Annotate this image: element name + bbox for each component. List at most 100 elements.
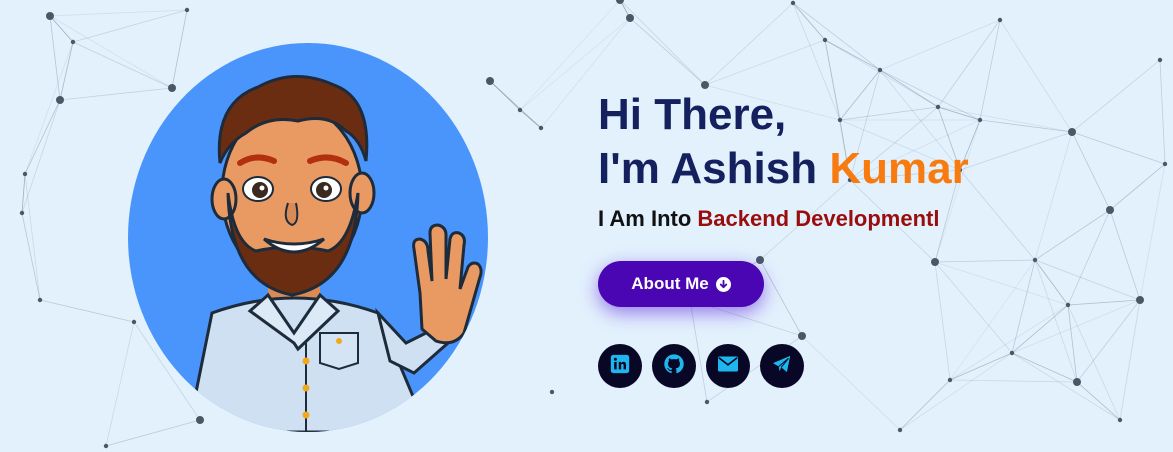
network-node bbox=[822, 37, 828, 43]
network-line bbox=[899, 352, 1013, 431]
network-line bbox=[1109, 163, 1166, 211]
network-node bbox=[1117, 417, 1123, 423]
network-line bbox=[1071, 131, 1111, 211]
bitmoji-avatar-image bbox=[186, 75, 483, 432]
tagline-prefix: I Am Into bbox=[598, 206, 698, 231]
network-line bbox=[21, 99, 61, 214]
linkedin-link[interactable] bbox=[598, 344, 642, 388]
mail-link[interactable] bbox=[706, 344, 750, 388]
network-line bbox=[979, 119, 1073, 133]
network-node bbox=[1106, 206, 1114, 214]
network-node bbox=[1032, 257, 1038, 263]
network-node bbox=[1162, 161, 1168, 167]
tagline-accent: Backend Developmentl bbox=[697, 206, 940, 231]
greeting-name-accent: Kumar bbox=[829, 144, 969, 193]
network-line bbox=[59, 41, 74, 101]
network-node bbox=[168, 84, 176, 92]
network-line bbox=[619, 0, 706, 86]
network-node bbox=[184, 7, 190, 13]
about-me-label: About Me bbox=[631, 274, 709, 293]
avatar bbox=[128, 43, 488, 432]
network-node bbox=[897, 427, 903, 433]
hero-tagline: I Am Into Backend Developmentl bbox=[598, 206, 969, 232]
network-node bbox=[538, 125, 544, 131]
network-line bbox=[1071, 59, 1161, 133]
network-line bbox=[105, 419, 201, 447]
github-link[interactable] bbox=[652, 344, 696, 388]
network-node bbox=[486, 77, 494, 85]
network-line bbox=[801, 335, 901, 431]
network-node bbox=[19, 210, 25, 216]
network-node bbox=[70, 39, 76, 45]
network-line bbox=[1076, 299, 1141, 383]
network-line bbox=[49, 15, 61, 101]
network-line bbox=[1011, 352, 1078, 383]
network-line bbox=[1011, 299, 1141, 354]
greeting-prefix: I'm Ashish bbox=[598, 144, 830, 193]
network-node bbox=[196, 416, 204, 424]
network-node bbox=[626, 14, 634, 22]
network-line bbox=[519, 109, 542, 129]
network-line bbox=[171, 9, 188, 89]
github-icon bbox=[663, 353, 685, 380]
network-line bbox=[899, 379, 951, 431]
network-line bbox=[1067, 304, 1078, 383]
network-line bbox=[934, 259, 1036, 263]
network-line bbox=[72, 41, 173, 89]
network-node bbox=[1157, 57, 1163, 63]
network-line bbox=[1034, 131, 1073, 261]
network-node bbox=[1136, 296, 1144, 304]
network-line bbox=[49, 15, 74, 43]
network-node bbox=[931, 258, 939, 266]
network-line bbox=[49, 15, 173, 89]
network-node bbox=[1009, 350, 1015, 356]
hero-greeting: Hi There, I'm Ashish Kumar bbox=[598, 88, 969, 196]
mail-icon bbox=[718, 356, 738, 377]
network-line bbox=[1067, 304, 1121, 421]
network-node bbox=[1073, 378, 1081, 386]
greeting-line1: Hi There, bbox=[598, 90, 787, 139]
network-node bbox=[877, 67, 883, 73]
network-line bbox=[959, 131, 1073, 171]
network-line bbox=[105, 321, 135, 447]
network-node bbox=[517, 107, 523, 113]
network-line bbox=[959, 169, 1036, 261]
network-line bbox=[1119, 299, 1141, 421]
network-line bbox=[39, 299, 135, 323]
telegram-link[interactable] bbox=[760, 344, 804, 388]
network-node bbox=[977, 117, 983, 123]
network-line bbox=[704, 39, 826, 86]
network-line bbox=[1034, 259, 1078, 383]
network-line bbox=[934, 261, 1013, 354]
network-line bbox=[72, 9, 188, 43]
network-line bbox=[49, 9, 188, 17]
network-node bbox=[56, 96, 64, 104]
network-node bbox=[22, 171, 28, 177]
network-line bbox=[1034, 259, 1141, 301]
network-line bbox=[59, 87, 173, 101]
about-me-button[interactable]: About Me bbox=[598, 261, 764, 307]
network-node bbox=[46, 12, 54, 20]
network-line bbox=[1011, 352, 1121, 421]
network-line bbox=[999, 19, 1073, 133]
network-node bbox=[798, 332, 806, 340]
network-line bbox=[24, 99, 61, 175]
network-node bbox=[549, 389, 555, 395]
network-line bbox=[1076, 381, 1121, 421]
network-line bbox=[792, 2, 826, 41]
network-line bbox=[1109, 209, 1141, 301]
social-links bbox=[598, 344, 804, 388]
network-node bbox=[790, 0, 796, 6]
network-line bbox=[949, 304, 1069, 381]
network-line bbox=[704, 2, 794, 86]
network-node bbox=[1065, 302, 1071, 308]
network-line bbox=[21, 173, 26, 214]
network-line bbox=[1011, 304, 1069, 354]
network-node bbox=[131, 319, 137, 325]
network-line bbox=[489, 80, 521, 111]
network-node bbox=[947, 377, 953, 383]
network-line bbox=[1034, 259, 1069, 306]
arrow-down-circle-icon bbox=[715, 276, 731, 292]
network-line bbox=[979, 19, 1001, 121]
network-line bbox=[1071, 131, 1166, 165]
